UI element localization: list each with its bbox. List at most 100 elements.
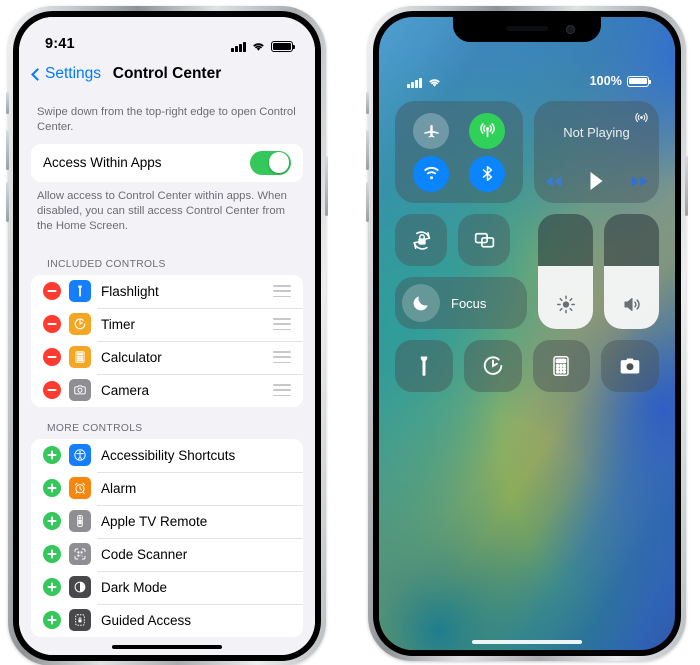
included-control-row[interactable]: Calculator [31,340,303,374]
rewind-icon[interactable] [544,175,563,188]
more-control-row[interactable]: Apple TV Remote [31,504,303,538]
flashlight-shortcut[interactable] [395,340,453,392]
more-control-row[interactable]: Alarm [31,471,303,505]
volume-up-button[interactable] [6,130,9,170]
front-camera [566,25,575,34]
control-label: Accessibility Shortcuts [101,447,236,463]
back-to-settings-button[interactable]: Settings [31,65,101,83]
remove-control-button[interactable] [43,348,61,367]
included-control-row[interactable]: Flashlight [31,274,303,308]
connectivity-module[interactable] [395,101,523,203]
control-label: Guided Access [101,612,192,628]
shortcuts-row [395,340,659,392]
access-note: Allow access to Control Center within ap… [37,189,287,233]
screenshot-stage: 9:41 Settings Control Center Swipe down … [0,0,700,665]
add-control-button[interactable] [43,578,61,597]
home-indicator[interactable] [112,644,222,649]
remove-control-button[interactable] [43,282,61,301]
drag-handle-icon[interactable] [273,351,291,364]
included-control-row[interactable]: Timer [31,307,303,341]
add-control-button[interactable] [43,611,61,630]
more-control-row[interactable]: Code Scanner [31,537,303,571]
bluetooth-toggle[interactable] [469,155,505,192]
focus-module[interactable]: Focus [395,277,527,329]
wifi-toggle[interactable] [413,155,449,192]
fast-forward-icon[interactable] [630,175,649,188]
screen-mirroring-toggle[interactable] [458,214,510,266]
calculator-shortcut[interactable] [532,340,591,392]
silent-switch[interactable] [366,92,369,114]
chevron-left-icon [31,67,44,81]
home-indicator[interactable] [472,639,582,644]
camera-shortcut[interactable] [601,340,659,392]
timer-shortcut[interactable] [463,340,522,392]
focus-toggle[interactable] [402,284,440,322]
camera-icon [69,379,91,402]
access-within-apps-row[interactable]: Access Within Apps [31,143,303,182]
control-label: Dark Mode [101,579,168,595]
battery-percent-label: 100% [589,74,622,88]
airplane-mode-toggle[interactable] [413,112,449,149]
power-button[interactable] [685,156,688,216]
brightness-icon [556,295,575,314]
cellular-bars-icon [407,77,422,88]
alarm-clock-icon [69,477,91,500]
control-center-screen: 100% Not Playing Focus [379,17,675,650]
media-title: Not Playing [563,125,630,140]
drag-handle-icon[interactable] [273,285,291,298]
volume-icon-wrap [621,294,642,315]
dark-mode-icon [69,576,91,599]
drag-handle-icon[interactable] [273,318,291,331]
volume-up-button[interactable] [366,130,369,170]
wifi-icon [253,43,264,51]
add-control-button[interactable] [43,512,61,531]
control-label: Camera [101,382,150,398]
volume-down-button[interactable] [366,182,369,222]
access-within-apps-toggle[interactable] [250,150,291,175]
access-within-apps-label: Access Within Apps [43,155,162,171]
calculator-icon [553,356,570,376]
calculator-icon [69,346,91,369]
control-label: Timer [101,316,135,332]
intro-note: Swipe down from the top-right edge to op… [37,106,296,134]
remove-control-button[interactable] [43,381,61,400]
flashlight-icon [69,280,91,303]
silent-switch[interactable] [6,92,9,114]
drag-handle-icon[interactable] [273,384,291,397]
iphone-settings-device: 9:41 Settings Control Center Swipe down … [6,6,328,665]
add-control-button[interactable] [43,479,61,498]
airplay-audio-icon[interactable] [634,110,649,125]
cellular-data-toggle[interactable] [469,112,505,149]
brightness-slider[interactable] [538,214,593,329]
volume-down-button[interactable] [6,182,9,222]
timer-icon [483,356,502,375]
power-button[interactable] [325,156,328,216]
remove-control-button[interactable] [43,315,61,334]
play-icon[interactable] [589,172,604,190]
more-controls-header: MORE CONTROLS [47,422,143,434]
settings-screen: 9:41 Settings Control Center Swipe down … [19,17,315,655]
media-playback-module[interactable]: Not Playing [534,101,659,203]
guided-access-icon [69,609,91,632]
control-label: Alarm [101,480,137,496]
battery-full-icon [271,41,295,52]
flashlight-icon [420,356,428,376]
control-center-wallpaper: 100% Not Playing Focus [379,17,675,650]
status-time: 9:41 [45,36,75,52]
battery-full-icon [627,75,651,87]
device-bezel: 100% Not Playing Focus [373,11,681,656]
rotation-lock-toggle[interactable] [395,214,447,266]
moon-icon [413,296,428,311]
navigation-bar: Settings Control Center [19,55,315,93]
timer-icon [69,313,91,336]
device-bezel: 9:41 Settings Control Center Swipe down … [13,11,321,661]
included-control-row[interactable]: Camera [31,373,303,407]
add-control-button[interactable] [43,446,61,465]
add-control-button[interactable] [43,545,61,564]
more-control-row[interactable]: Accessibility Shortcuts [31,438,303,472]
bluetooth-icon [482,166,492,181]
volume-slider[interactable] [604,214,659,329]
control-label: Apple TV Remote [101,513,208,529]
more-control-row[interactable]: Guided Access [31,603,303,637]
more-control-row[interactable]: Dark Mode [31,570,303,604]
